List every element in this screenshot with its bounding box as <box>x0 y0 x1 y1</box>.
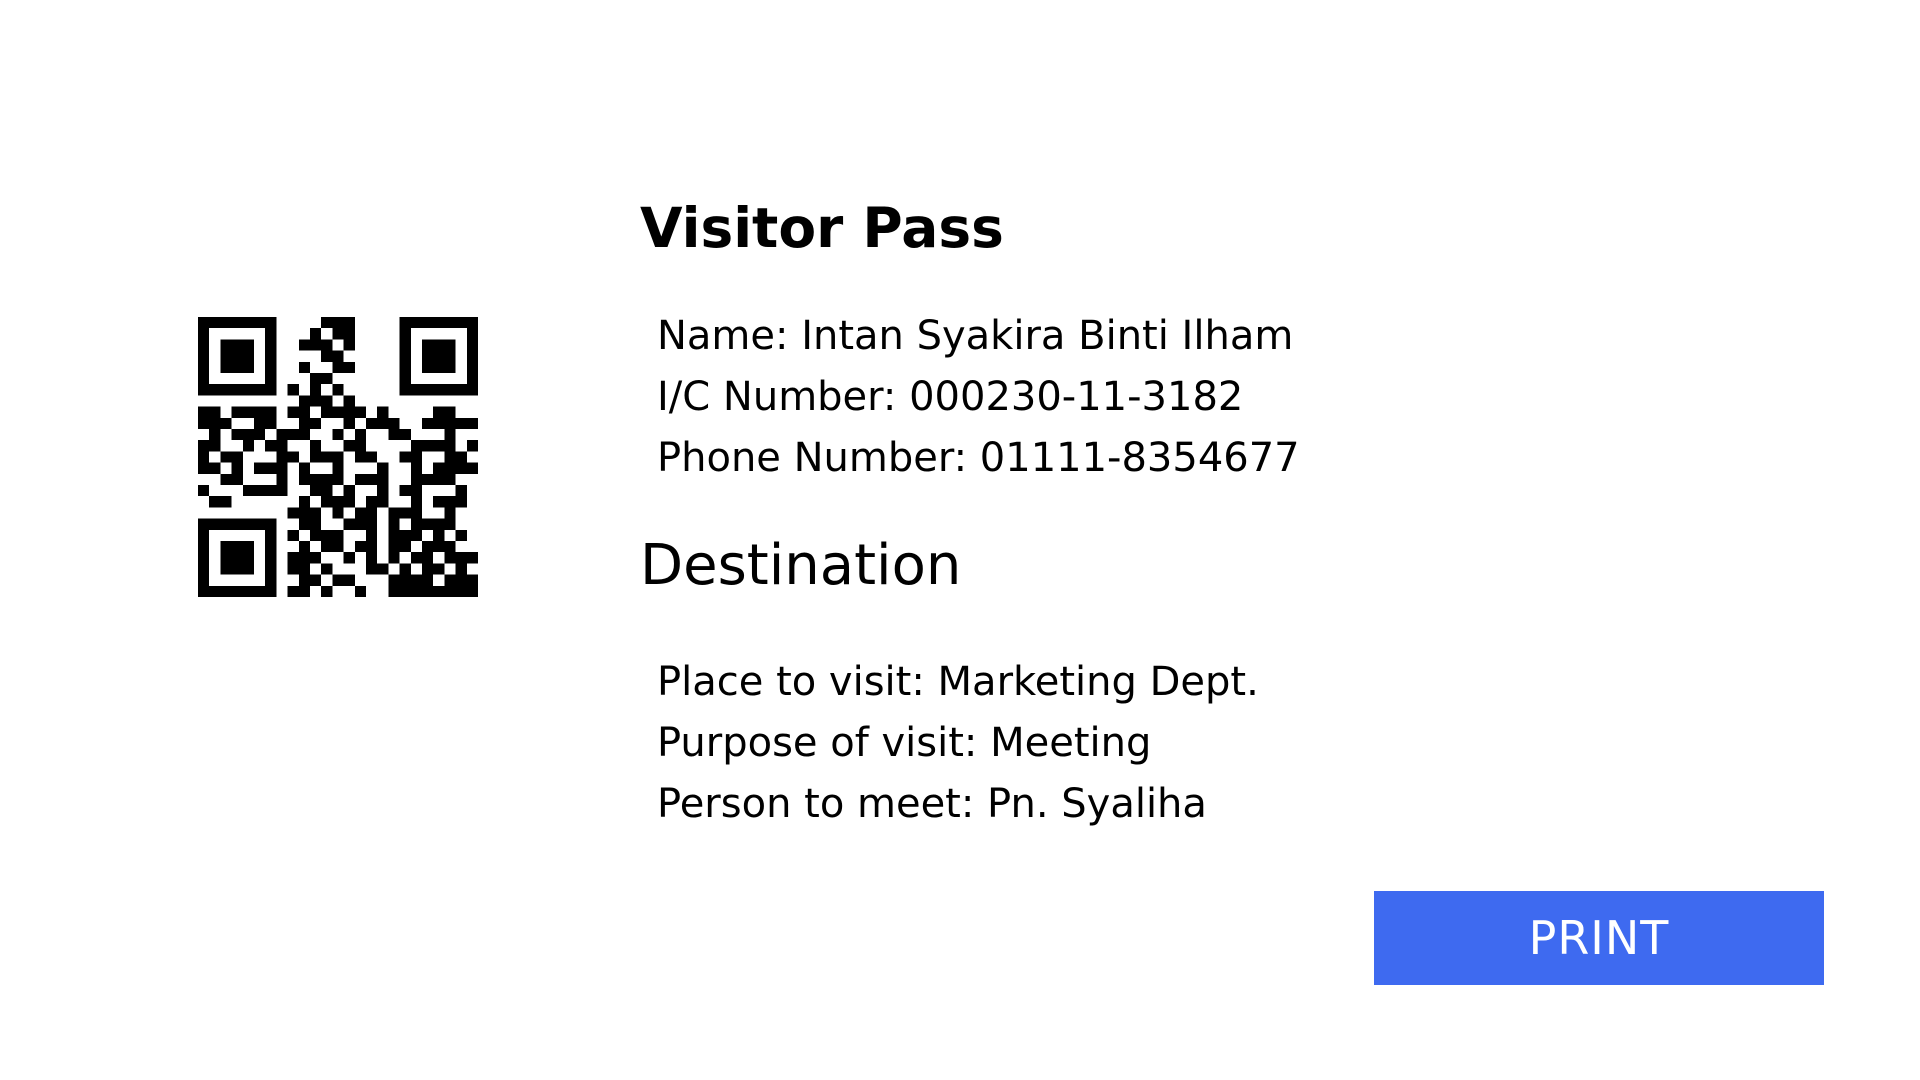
visitor-ic-number: I/C Number: 000230-11-3182 <box>657 374 1244 420</box>
visitor-pass-page: Visitor Pass Name: Intan Syakira Binti I… <box>0 0 1920 1080</box>
destination-heading: Destination <box>640 533 962 598</box>
visitor-details: Name: Intan Syakira Binti Ilham I/C Numb… <box>657 306 1300 489</box>
person-to-meet: Person to meet: Pn. Syaliha <box>657 781 1207 827</box>
visitor-name: Name: Intan Syakira Binti Ilham <box>657 313 1294 359</box>
destination-details: Place to visit: Marketing Dept. Purpose … <box>657 652 1259 835</box>
print-button[interactable]: PRINT <box>1374 891 1824 985</box>
qr-code-icon <box>198 317 478 597</box>
purpose-of-visit: Purpose of visit: Meeting <box>657 720 1152 766</box>
pass-title: Visitor Pass <box>640 196 1004 260</box>
visitor-phone-number: Phone Number: 01111-8354677 <box>657 435 1300 481</box>
place-to-visit: Place to visit: Marketing Dept. <box>657 659 1259 705</box>
